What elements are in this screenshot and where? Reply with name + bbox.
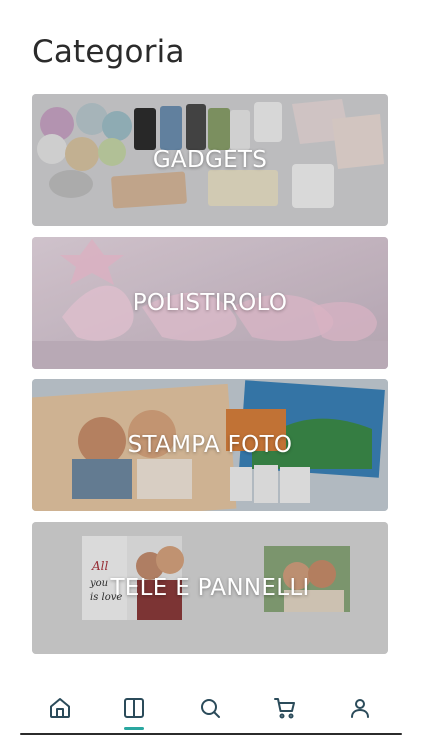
category-label: GADGETS [152, 147, 268, 173]
nav-search[interactable] [190, 694, 230, 734]
book-icon [124, 698, 144, 718]
category-label: STAMPA FOTO [127, 432, 293, 458]
nav-account[interactable] [340, 694, 380, 734]
nav-categories[interactable] [114, 694, 154, 734]
home-icon [50, 698, 70, 718]
search-icon [201, 699, 220, 718]
category-label: TELE E PANNELLI [110, 575, 310, 601]
bottom-nav [0, 686, 422, 736]
nav-cart[interactable] [265, 694, 305, 734]
category-card-tele-pannelli[interactable]: All you is love TELE E PANNELLI [32, 522, 388, 654]
active-tab-indicator [124, 727, 144, 730]
cart-icon [274, 698, 295, 719]
user-icon [351, 699, 369, 718]
nav-home[interactable] [40, 694, 80, 734]
category-card-stampa-foto[interactable]: STAMPA FOTO [32, 379, 388, 511]
category-card-polistirolo[interactable]: POLISTIROLO [32, 237, 388, 369]
category-label: POLISTIROLO [132, 290, 288, 316]
home-indicator [20, 733, 402, 735]
page-title: Categoria [32, 34, 185, 70]
category-card-gadgets[interactable]: GADGETS [32, 94, 388, 226]
